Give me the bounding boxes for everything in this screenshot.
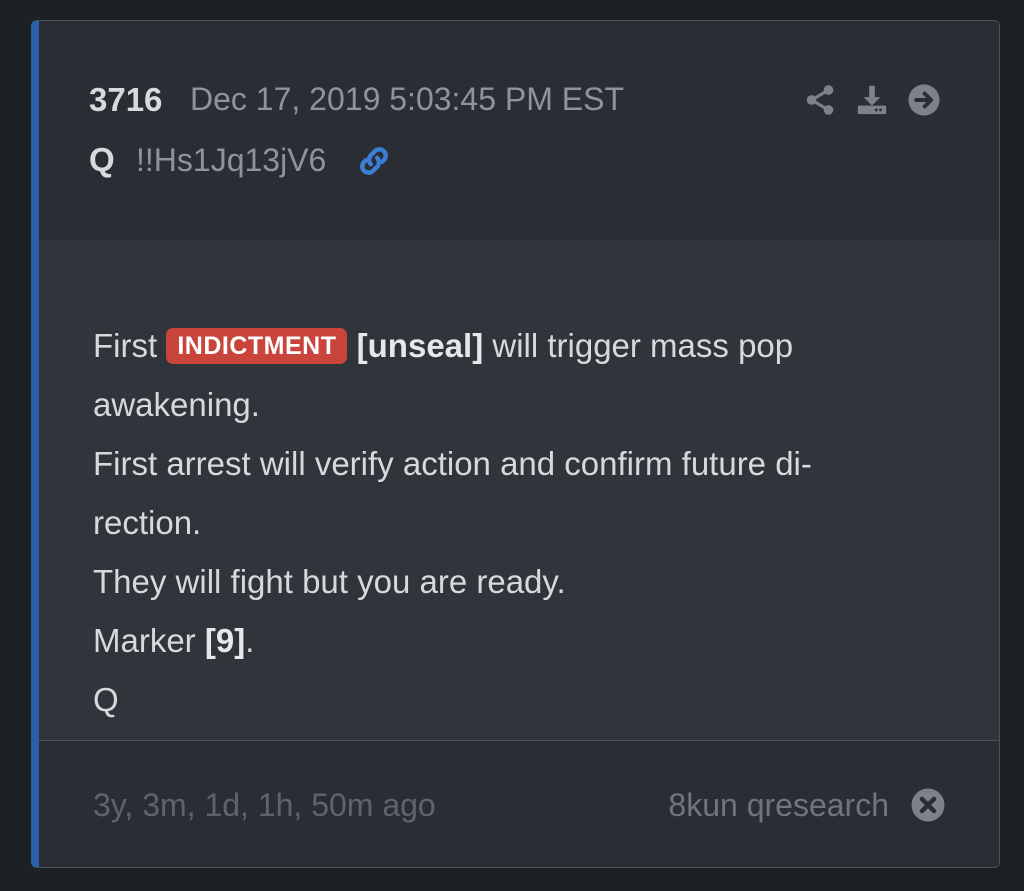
- arrow-right-icon[interactable]: [907, 83, 941, 117]
- post-text: First INDICTMENT [unseal] will trigger m…: [93, 316, 923, 729]
- post-body: First INDICTMENT [unseal] will trigger m…: [39, 240, 999, 741]
- post-number: 3716: [89, 81, 163, 118]
- post-author: Q: [89, 141, 115, 178]
- text-line: Q: [93, 681, 119, 718]
- text-line: First INDICTMENT [unseal] will trigger m…: [93, 327, 794, 364]
- share-icon[interactable]: [803, 83, 837, 117]
- post-tripcode: !!Hs1Jq13jV6: [136, 142, 327, 178]
- text-line: awakening.: [93, 386, 260, 423]
- link-icon[interactable]: [355, 142, 393, 180]
- post-date: Dec 17, 2019 5:03:45 PM EST: [190, 81, 625, 117]
- download-icon[interactable]: [855, 83, 889, 117]
- close-icon[interactable]: [910, 787, 946, 823]
- indictment-badge: INDICTMENT: [166, 328, 348, 364]
- post-header: 3716 Dec 17, 2019 5:03:45 PM EST Q !!Hs1…: [39, 21, 999, 241]
- post-actions: [803, 83, 941, 117]
- post-age: 3y, 3m, 1d, 1h, 50m ago: [93, 787, 436, 823]
- post-source: 8kun qresearch: [668, 787, 889, 823]
- text-line: Marker [9].: [93, 622, 255, 659]
- post-footer: 3y, 3m, 1d, 1h, 50m ago 8kun qresearch: [39, 742, 999, 867]
- text-line: First arrest will verify action and conf…: [93, 445, 812, 482]
- text-line: They will fight but you are ready.: [93, 563, 566, 600]
- text-line: rection.: [93, 504, 202, 541]
- post-card: 3716 Dec 17, 2019 5:03:45 PM EST Q !!Hs1…: [31, 20, 1000, 868]
